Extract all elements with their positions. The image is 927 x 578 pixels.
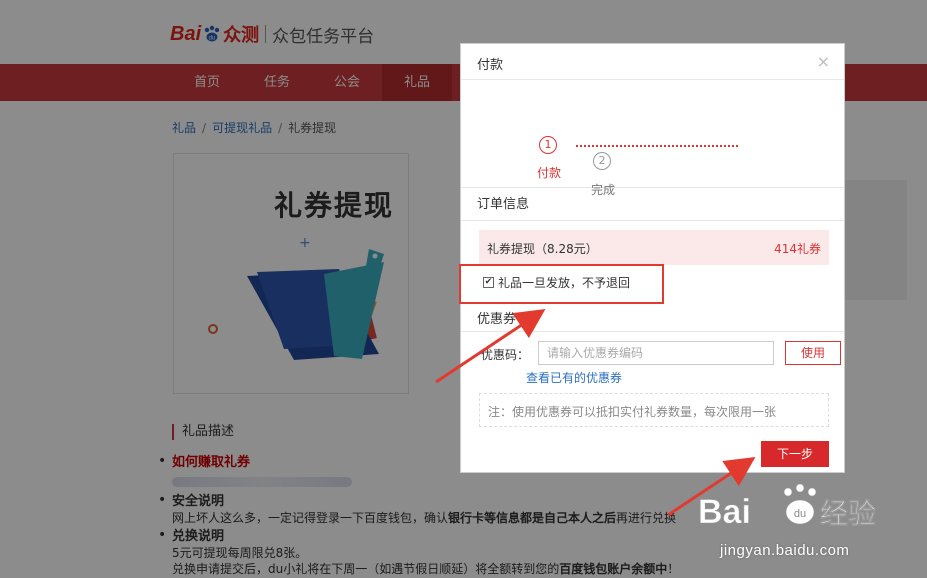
use-coupon-button[interactable]: 使用: [785, 341, 841, 365]
baidu-jingyan-logo: Bai du 经验: [698, 483, 876, 531]
baidu-jingyan-watermark: Bai du 经验 jingyan.baidu.com: [692, 478, 912, 568]
dialog-title: 付款: [477, 58, 504, 73]
order-item-row: 礼券提现（8.28元） 414礼券: [479, 230, 829, 265]
order-info-heading: 订单信息: [461, 188, 844, 221]
order-item-price: 414礼券: [774, 242, 821, 256]
step-1-label: 付款: [537, 166, 562, 180]
dialog-header: 付款 ×: [461, 44, 844, 80]
coupon-code-input[interactable]: 请输入优惠券编码: [538, 341, 774, 365]
annotation-highlight-box: [459, 264, 664, 304]
payment-dialog: 付款 × 1 付款 2 完成 订单信息 礼券提现（8.28元） 414礼券 ✔ …: [460, 43, 845, 473]
close-icon[interactable]: ×: [817, 52, 830, 71]
step-2-label: 完成: [591, 183, 616, 197]
coupon-heading-row: 优惠券: [461, 302, 844, 332]
progress-steps: 1 付款 2 完成: [461, 80, 844, 197]
coupon-code-label: 优惠码：: [481, 348, 530, 362]
coupon-note: 注：使用优惠券可以抵扣实付礼券数量，每次限用一张: [479, 393, 829, 427]
svg-text:Bai: Bai: [698, 493, 751, 531]
next-step-button[interactable]: 下一步: [761, 441, 829, 467]
watermark-url: jingyan.baidu.com: [720, 542, 850, 559]
order-item-name: 礼券提现（8.28元）: [487, 242, 598, 256]
svg-text:经验: 经验: [820, 497, 876, 530]
view-my-coupons-link[interactable]: 查看已有的优惠券: [526, 369, 622, 386]
step-1-indicator: 1: [539, 136, 557, 154]
step-connector: [576, 145, 738, 147]
step-2-indicator: 2: [593, 152, 611, 170]
coupon-heading: 优惠券: [477, 312, 517, 327]
svg-text:du: du: [794, 508, 806, 520]
